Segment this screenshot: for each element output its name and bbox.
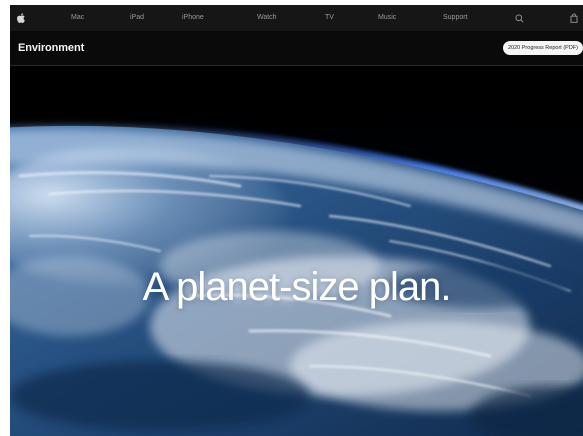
- apple-logo-icon[interactable]: [14, 5, 28, 31]
- shopping-bag-icon[interactable]: [567, 5, 581, 31]
- progress-report-button[interactable]: 2020 Progress Report (PDF): [503, 41, 583, 55]
- nav-item-watch[interactable]: Watch: [257, 5, 277, 31]
- local-nav: Environment 2020 Progress Report (PDF): [10, 31, 583, 66]
- page-title[interactable]: Environment: [18, 31, 84, 65]
- nav-item-music[interactable]: Music: [378, 5, 396, 31]
- hero-section: A planet-size plan.: [10, 66, 583, 436]
- hero-headline: A planet-size plan.: [142, 264, 452, 309]
- nav-item-mac[interactable]: Mac: [71, 5, 84, 31]
- nav-item-support[interactable]: Support: [443, 5, 468, 31]
- nav-item-iphone[interactable]: iPhone: [182, 5, 204, 31]
- nav-item-tv[interactable]: TV: [325, 5, 334, 31]
- nav-item-ipad[interactable]: iPad: [130, 5, 144, 31]
- search-icon[interactable]: [512, 5, 526, 31]
- environment-page: Mac iPad iPhone Watch TV Music Support E…: [10, 5, 583, 436]
- earth-from-space-image: [10, 66, 583, 436]
- global-nav: Mac iPad iPhone Watch TV Music Support: [10, 5, 583, 31]
